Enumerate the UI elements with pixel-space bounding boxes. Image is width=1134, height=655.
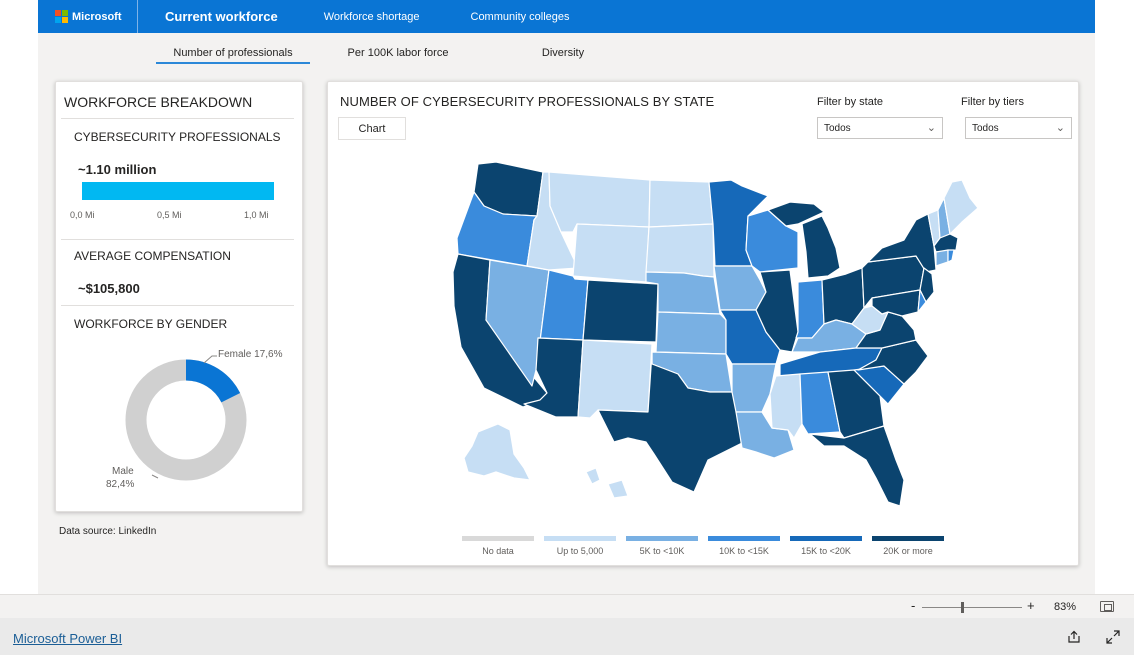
male-leader-line [151,474,159,479]
divider [61,305,294,306]
top-nav-bar: Microsoft Current workforce Workforce sh… [38,0,1095,33]
chart-button[interactable]: Chart [338,117,406,140]
axis-tick: 0,0 Mi [70,210,95,220]
filter-state-label: Filter by state [817,96,884,108]
state-kansas[interactable] [655,311,727,355]
status-bar: - + 83% [0,594,1134,618]
microsoft-logo-icon [55,10,68,23]
tab-per-100k-labor-force[interactable]: Per 100K labor force [328,47,468,59]
legend-item-10k-15k: 10K to <15K [708,536,780,556]
breakdown-title: WORKFORCE BREAKDOWN [64,94,253,110]
state-rhode-island[interactable] [947,249,955,263]
filter-tiers-label: Filter by tiers [961,96,1024,108]
nav-current-workforce[interactable]: Current workforce [165,9,278,24]
legend-label: 10K to <15K [719,546,769,556]
us-choropleth-map[interactable] [328,142,1080,532]
state-wyoming[interactable] [572,223,650,283]
state-hawaii-island[interactable] [607,479,629,499]
axis-tick: 0,5 Mi [157,210,182,220]
nav-divider [137,0,138,33]
legend-swatch [462,536,534,541]
state-north-dakota[interactable] [648,179,714,228]
legend-item-no-data: No data [462,536,534,556]
state-mississippi[interactable] [769,373,803,439]
chevron-down-icon: ⌄ [1055,122,1065,134]
legend-item-20k-or-more: 20K or more [872,536,944,556]
share-icon[interactable] [1067,630,1081,644]
state-arkansas[interactable] [731,363,777,413]
tab-diversity[interactable]: Diversity [518,47,608,59]
female-leader-line [203,355,217,364]
zoom-level: 83% [1054,601,1077,613]
power-bi-link[interactable]: Microsoft Power BI [13,631,122,646]
compensation-label: AVERAGE COMPENSATION [74,249,231,263]
legend-item-up-to-5000: Up to 5,000 [544,536,616,556]
brand-name: Microsoft [72,10,122,23]
expand-icon[interactable] [1106,630,1120,644]
filter-tiers-dropdown[interactable]: Todos ⌄ [965,117,1072,139]
fit-to-page-icon[interactable] [1100,601,1114,612]
data-source-note: Data source: LinkedIn [59,526,157,537]
workforce-breakdown-card: WORKFORCE BREAKDOWN CYBERSECURITY PROFES… [55,81,303,512]
state-connecticut[interactable] [935,249,949,267]
zoom-slider-thumb[interactable] [961,602,964,613]
state-south-dakota[interactable] [645,223,715,278]
legend-swatch [544,536,616,541]
state-maine[interactable] [943,179,979,235]
state-colorado[interactable] [582,279,659,343]
filter-tiers-value: Todos [972,122,999,134]
legend-label: 15K to <20K [801,546,851,556]
chevron-down-icon: ⌄ [926,122,936,134]
professionals-value: ~1.10 million [78,162,157,177]
footer-bar: Microsoft Power BI [0,618,1134,655]
divider [61,118,294,119]
state-michigan[interactable] [801,215,841,279]
legend-item-5k-10k: 5K to <10K [626,536,698,556]
state-hawaii[interactable] [585,467,601,485]
map-title: NUMBER OF CYBERSECURITY PROFESSIONALS BY… [340,94,715,109]
legend-label: Up to 5,000 [556,546,604,556]
state-florida[interactable] [809,425,905,507]
state-iowa[interactable] [713,265,767,311]
nav-workforce-shortage[interactable]: Workforce shortage [324,11,420,23]
professionals-label: CYBERSECURITY PROFESSIONALS [74,130,281,144]
zoom-in-button[interactable]: + [1027,598,1035,613]
zoom-out-button[interactable]: - [911,598,915,613]
legend-label: No data [482,546,514,556]
gender-label: WORKFORCE BY GENDER [74,317,228,331]
legend-swatch [626,536,698,541]
legend-swatch [872,536,944,541]
state-montana[interactable] [548,171,651,233]
report-canvas: Number of professionals Per 100K labor f… [38,33,1095,594]
male-label: Male [112,466,134,477]
legend-item-15k-20k: 15K to <20K [790,536,862,556]
filter-state-value: Todos [824,122,851,134]
legend-label: 5K to <10K [639,546,685,556]
legend-swatch [708,536,780,541]
divider [61,239,294,240]
report-page: Microsoft Current workforce Workforce sh… [0,0,1134,655]
tab-number-of-professionals[interactable]: Number of professionals [156,47,310,59]
filter-state-dropdown[interactable]: Todos ⌄ [817,117,943,139]
legend-swatch [790,536,862,541]
active-tab-underline [156,62,310,64]
state-map-card: NUMBER OF CYBERSECURITY PROFESSIONALS BY… [327,81,1079,566]
legend-label: 20K or more [883,546,933,556]
female-label: Female 17,6% [218,349,283,360]
compensation-value: ~$105,800 [78,281,140,296]
nav-community-colleges[interactable]: Community colleges [471,11,570,23]
state-alaska[interactable] [463,423,531,481]
state-new-mexico[interactable] [577,339,653,419]
microsoft-logo[interactable]: Microsoft [55,10,137,23]
male-value: 82,4% [106,479,135,490]
zoom-slider-track[interactable] [922,607,1022,608]
professionals-bar[interactable] [82,182,274,200]
axis-tick: 1,0 Mi [244,210,269,220]
